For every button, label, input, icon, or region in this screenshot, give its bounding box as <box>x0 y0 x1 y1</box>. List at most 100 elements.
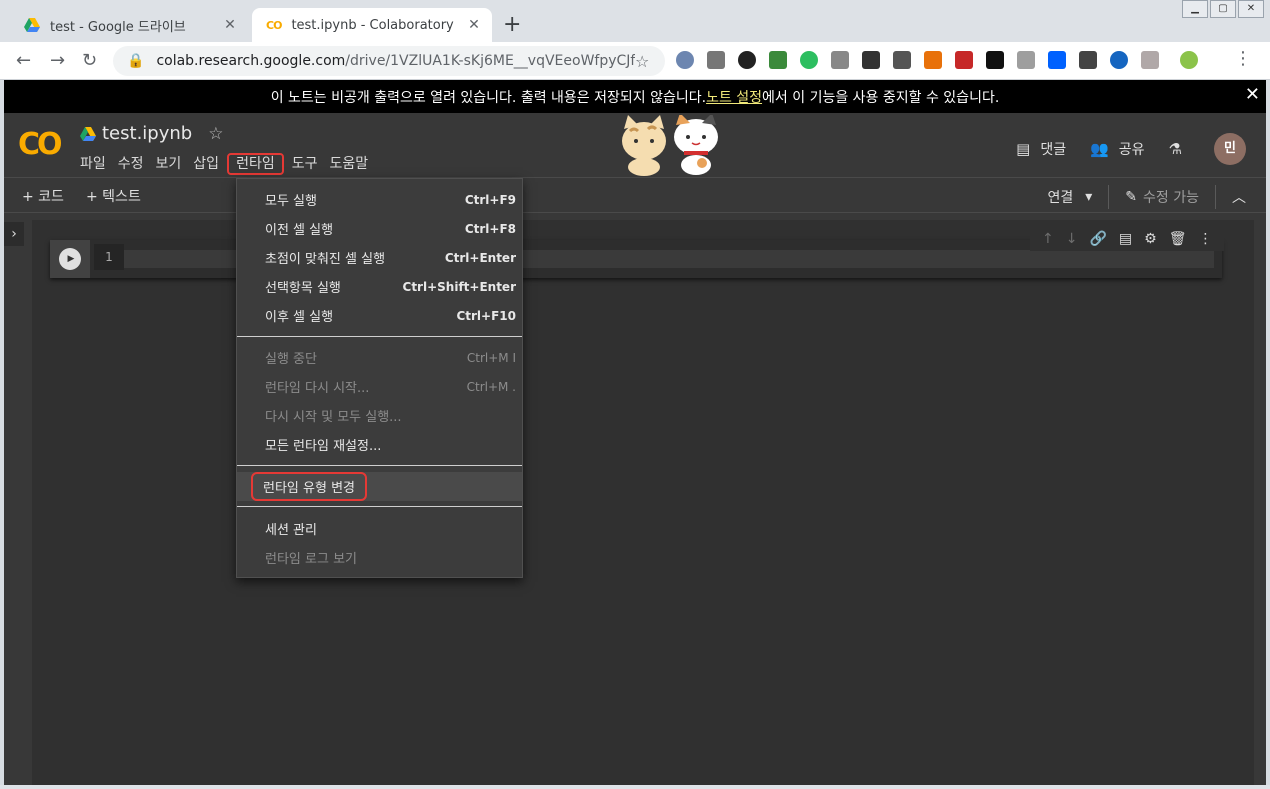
editable-status[interactable]: 수정 가능 <box>1143 187 1199 207</box>
extension-icon[interactable] <box>707 51 725 69</box>
comment-icon[interactable]: ▤ <box>1119 231 1132 247</box>
menu-insert[interactable]: 삽입 <box>187 153 225 175</box>
back-icon[interactable]: ← <box>16 50 31 71</box>
minimize-button[interactable]: ▁ <box>1182 0 1208 18</box>
extension-icon[interactable] <box>676 51 694 69</box>
camera-icon[interactable] <box>1079 51 1097 69</box>
extension-icon[interactable] <box>769 51 787 69</box>
extension-icon[interactable] <box>893 51 911 69</box>
extension-icon[interactable] <box>955 51 973 69</box>
menu-item-shortcut: Ctrl+F10 <box>456 308 516 323</box>
bookmark-star-icon[interactable]: ☆ <box>635 52 665 71</box>
pdf-icon[interactable] <box>1141 51 1159 69</box>
add-code-button[interactable]: + 코드 <box>22 186 64 206</box>
menu-divider <box>237 336 522 337</box>
flask-icon: ⚗ <box>1168 140 1182 158</box>
menu-file[interactable]: 파일 <box>74 153 112 175</box>
menu-item-run-all[interactable]: 모두 실행 Ctrl+F9 <box>237 185 522 214</box>
eye-icon[interactable] <box>738 51 756 69</box>
menu-item-change-runtime-type[interactable]: 런타임 유형 변경 <box>237 472 522 501</box>
browser-menu-icon[interactable]: ⋮ <box>1234 48 1252 69</box>
extension-icon[interactable] <box>1110 51 1128 69</box>
menu-item-label: 이후 셀 실행 <box>265 310 334 325</box>
menu-item-label: 다시 시작 및 모두 실행... <box>265 410 402 425</box>
menu-item-factory-reset[interactable]: 모든 런타임 재설정... <box>237 430 522 459</box>
maximize-button[interactable]: ▢ <box>1210 0 1236 18</box>
menu-item-view-runtime-logs[interactable]: 런타임 로그 보기 <box>237 543 522 572</box>
notion-icon[interactable] <box>986 51 1004 69</box>
menu-edit[interactable]: 수정 <box>112 153 150 175</box>
run-cell-button[interactable]: ▶ <box>50 240 90 278</box>
menu-view[interactable]: 보기 <box>150 153 188 175</box>
colab-header: CO test.ipynb ☆ 파일 수정 보기 삽입 런타임 도구 도움말 ▤… <box>4 113 1266 177</box>
banner-text: 이 노트는 비공개 출력으로 열려 있습니다. 출력 내용은 저장되지 않습니다… <box>270 89 707 106</box>
menu-item-shortcut: Ctrl+F9 <box>464 192 516 207</box>
forward-icon[interactable]: → <box>50 50 65 71</box>
comment-button[interactable]: ▤ 댓글 <box>1016 139 1066 159</box>
avatar[interactable]: 민 <box>1214 133 1246 165</box>
extensions-row <box>676 51 1211 69</box>
cell-actions: ↑ ↓ 🔗 ▤ ⚙ 🗑 ⋮ <box>1030 227 1225 251</box>
menu-item-run-before[interactable]: 이전 셀 실행 Ctrl+F8 <box>237 214 522 243</box>
trash-icon[interactable]: 🗑 <box>1169 231 1187 247</box>
sidebar-toggle-icon[interactable]: › <box>4 222 24 246</box>
colab-logo[interactable]: CO <box>18 127 62 162</box>
menu-item-manage-sessions[interactable]: 세션 관리 <box>237 514 522 543</box>
window-bottom-edge <box>0 785 1270 789</box>
private-output-banner: 이 노트는 비공개 출력으로 열려 있습니다. 출력 내용은 저장되지 않습니다… <box>4 80 1266 113</box>
menu-item-label: 이전 셀 실행 <box>265 223 334 238</box>
menu-item-run-selection[interactable]: 선택항목 실행 Ctrl+Shift+Enter <box>237 272 522 301</box>
star-icon[interactable]: ☆ <box>208 124 223 144</box>
menu-item-label: 선택항목 실행 <box>265 281 341 296</box>
more-icon[interactable]: ⋮ <box>1198 231 1212 247</box>
comment-icon: ▤ <box>1016 140 1031 158</box>
notebook-area: ▶ 1 ↑ ↓ 🔗 ▤ ⚙ 🗑 ⋮ <box>32 220 1254 785</box>
add-text-button[interactable]: + 텍스트 <box>86 186 141 206</box>
play-icon: ▶ <box>59 248 81 270</box>
reload-icon[interactable]: ↻ <box>82 50 97 71</box>
extension-icon[interactable] <box>1017 51 1035 69</box>
notebook-title[interactable]: test.ipynb <box>102 123 192 144</box>
tab-colab[interactable]: CO test.ipynb - Colaboratory ✕ <box>252 8 492 42</box>
share-button[interactable]: 👥 공유 <box>1090 139 1144 159</box>
tab-google-drive[interactable]: test - Google 드라이브 ✕ <box>10 8 248 42</box>
dropbox-icon[interactable] <box>1048 51 1066 69</box>
tab-title: test.ipynb - Colaboratory <box>291 17 454 33</box>
menu-item-label: 모두 실행 <box>265 194 317 209</box>
close-window-button[interactable]: ✕ <box>1238 0 1264 18</box>
profile-icon[interactable] <box>1180 51 1198 69</box>
menu-item-label: 초점이 맞춰진 셀 실행 <box>265 252 386 267</box>
menu-help[interactable]: 도움말 <box>323 153 374 175</box>
menu-item-shortcut: Ctrl+M . <box>466 379 516 394</box>
line-number: 1 <box>94 244 124 270</box>
reply-icon[interactable] <box>862 51 880 69</box>
collapse-header-icon[interactable]: ︿ <box>1232 187 1246 207</box>
menu-item-run-focused[interactable]: 초점이 맞춰진 셀 실행 Ctrl+Enter <box>237 243 522 272</box>
menu-item-label: 런타임 로그 보기 <box>265 552 357 567</box>
connect-button[interactable]: 연결 <box>1047 187 1073 207</box>
notebook-settings-link[interactable]: 노트 설정 <box>706 87 762 107</box>
address-bar[interactable]: 🔒 colab.research.google.com/drive/1VZlUA… <box>113 46 665 76</box>
divider <box>1215 185 1216 209</box>
menu-runtime[interactable]: 런타임 <box>227 153 284 175</box>
close-icon[interactable]: ✕ <box>466 17 482 33</box>
chevron-down-icon[interactable]: ▾ <box>1085 189 1092 205</box>
extension-icon[interactable] <box>831 51 849 69</box>
evernote-icon[interactable] <box>800 51 818 69</box>
labs-button[interactable]: ⚗ <box>1169 140 1192 158</box>
menu-item-shortcut: Ctrl+Shift+Enter <box>402 279 516 294</box>
menu-item-restart[interactable]: 런타임 다시 시작... Ctrl+M . <box>237 372 522 401</box>
gear-icon[interactable]: ⚙ <box>1144 231 1157 247</box>
extension-icon[interactable] <box>924 51 942 69</box>
close-icon[interactable]: ✕ <box>222 17 238 33</box>
move-up-icon[interactable]: ↑ <box>1042 231 1054 247</box>
close-icon[interactable]: ✕ <box>1245 84 1260 105</box>
menu-item-run-after[interactable]: 이후 셀 실행 Ctrl+F10 <box>237 301 522 330</box>
move-down-icon[interactable]: ↓ <box>1066 231 1078 247</box>
browser-tabstrip: test - Google 드라이브 ✕ CO test.ipynb - Col… <box>0 0 1270 42</box>
menu-item-interrupt[interactable]: 실행 중단 Ctrl+M I <box>237 343 522 372</box>
menu-item-restart-run-all[interactable]: 다시 시작 및 모두 실행... <box>237 401 522 430</box>
menu-tools[interactable]: 도구 <box>286 153 324 175</box>
new-tab-button[interactable]: + <box>503 12 521 37</box>
link-icon[interactable]: 🔗 <box>1089 231 1106 247</box>
